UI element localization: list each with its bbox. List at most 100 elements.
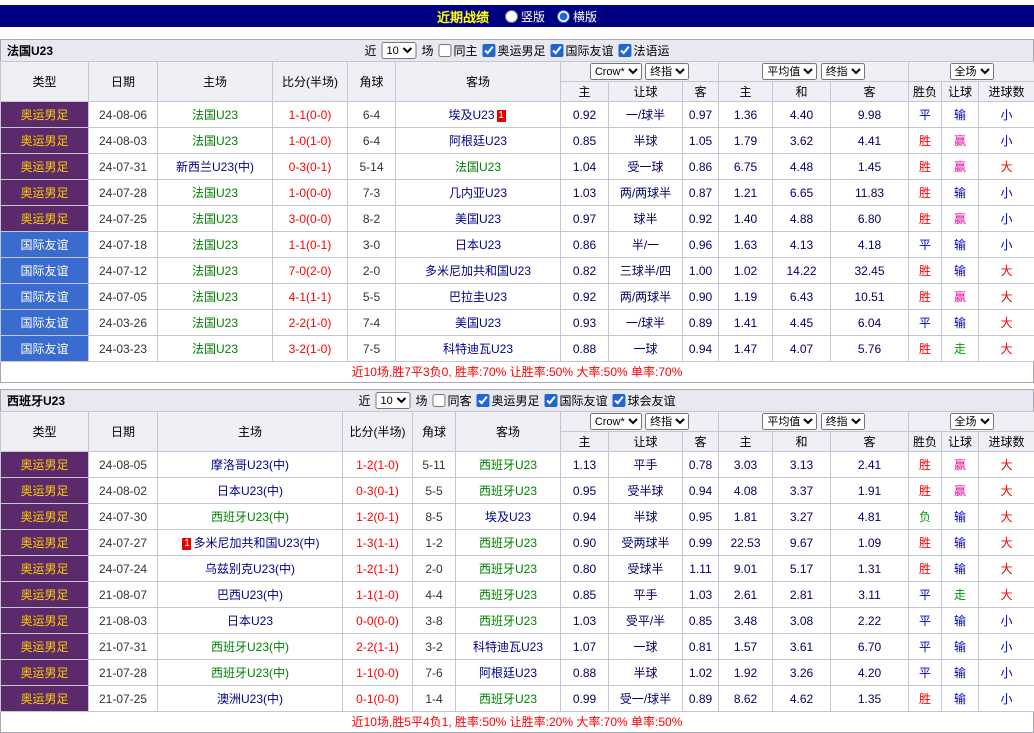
team-link[interactable]: 科特迪瓦U23 [443, 342, 513, 356]
team-link[interactable]: 西班牙U23(中) [211, 640, 289, 654]
team-link[interactable]: 法国U23 [192, 108, 238, 122]
home-team-cell[interactable]: 新西兰U23(中) [157, 153, 273, 180]
team-link[interactable]: 法国U23 [192, 290, 238, 304]
team-link[interactable]: 巴西U23(中) [217, 588, 283, 602]
home-team-cell[interactable]: 乌兹别克U23(中) [157, 555, 343, 582]
team-link[interactable]: 西班牙U23 [479, 562, 537, 576]
away-team-cell[interactable]: 西班牙U23 [455, 581, 561, 608]
away-team-cell[interactable]: 美国U23 [395, 309, 561, 336]
team-link[interactable]: 法国U23 [192, 212, 238, 226]
away-team-cell[interactable]: 法国U23 [395, 153, 561, 180]
home-team-cell[interactable]: 日本U23(中) [157, 477, 343, 504]
away-team-cell[interactable]: 西班牙U23 [455, 529, 561, 556]
team-link[interactable]: 美国U23 [455, 212, 501, 226]
home-team-cell[interactable]: 法国U23 [157, 101, 273, 128]
team-link[interactable]: 埃及U23 [485, 510, 531, 524]
team-link[interactable]: 法国U23 [192, 264, 238, 278]
team-link[interactable]: 西班牙U23(中) [211, 666, 289, 680]
away-team-cell[interactable]: 埃及U23 1 [395, 101, 561, 128]
away-team-cell[interactable]: 科特迪瓦U23 [395, 335, 561, 362]
layout-radio-vertical[interactable]: 竖版 [504, 8, 545, 25]
radio-input[interactable] [557, 9, 570, 23]
team-link[interactable]: 巴拉圭U23 [449, 290, 507, 304]
team-link[interactable]: 法国U23 [192, 316, 238, 330]
team-link[interactable]: 几内亚U23 [449, 186, 507, 200]
team-link[interactable]: 澳洲U23(中) [217, 692, 283, 706]
layout-radio-horizontal[interactable]: 横版 [557, 8, 597, 25]
team-link[interactable]: 法国U23 [192, 134, 238, 148]
home-team-cell[interactable]: 澳洲U23(中) [157, 685, 343, 712]
team-link[interactable]: 西班牙U23 [479, 484, 537, 498]
radio-input[interactable] [504, 9, 518, 23]
team-link[interactable]: 法国U23 [455, 160, 501, 174]
bookmaker-select[interactable]: Crow* [589, 63, 642, 80]
home-team-cell[interactable]: 法国U23 [157, 179, 273, 206]
team-link[interactable]: 法国U23 [192, 238, 238, 252]
home-team-cell[interactable]: 巴西U23(中) [157, 581, 343, 608]
filter-checkbox[interactable]: 同客 [432, 392, 472, 409]
bookmaker-select[interactable]: Crow* [589, 413, 642, 430]
home-team-cell[interactable]: 法国U23 [157, 257, 273, 284]
home-team-cell[interactable]: 法国U23 [157, 127, 273, 154]
away-team-cell[interactable]: 美国U23 [395, 205, 561, 232]
checkbox-input[interactable] [618, 44, 632, 57]
home-team-cell[interactable]: 西班牙U23(中) [157, 633, 343, 660]
team-link[interactable]: 日本U23 [227, 614, 273, 628]
average-select[interactable]: 平均值 [762, 63, 818, 80]
odds-time-select-2[interactable]: 终指 [820, 413, 865, 430]
team-link[interactable]: 西班牙U23 [479, 588, 537, 602]
home-team-cell[interactable]: 法国U23 [157, 231, 273, 258]
away-team-cell[interactable]: 科特迪瓦U23 [455, 633, 561, 660]
home-team-cell[interactable]: 日本U23 [157, 607, 343, 634]
scope-select[interactable]: 全场 [949, 413, 994, 430]
home-team-cell[interactable]: 法国U23 [157, 283, 273, 310]
team-link[interactable]: 摩洛哥U23(中) [211, 458, 289, 472]
checkbox-input[interactable] [550, 44, 564, 57]
odds-time-select[interactable]: 终指 [645, 413, 690, 430]
filter-checkbox[interactable]: 同主 [438, 42, 478, 59]
away-team-cell[interactable]: 西班牙U23 [455, 607, 561, 634]
team-link[interactable]: 西班牙U23 [479, 692, 537, 706]
team-link[interactable]: 日本U23(中) [217, 484, 283, 498]
filter-checkbox[interactable]: 国际友谊 [544, 392, 608, 409]
team-link[interactable]: 西班牙U23 [479, 536, 537, 550]
team-link[interactable]: 西班牙U23(中) [211, 510, 289, 524]
away-team-cell[interactable]: 巴拉圭U23 [395, 283, 561, 310]
filter-checkbox[interactable]: 奥运男足 [482, 42, 546, 59]
recent-count-select[interactable]: 10 [381, 42, 417, 59]
recent-count-select[interactable]: 10 [375, 392, 411, 409]
checkbox-input[interactable] [544, 394, 558, 407]
checkbox-input[interactable] [476, 394, 490, 407]
team-link[interactable]: 新西兰U23(中) [176, 160, 254, 174]
checkbox-input[interactable] [612, 394, 626, 407]
team-link[interactable]: 阿根廷U23 [479, 666, 537, 680]
team-link[interactable]: 日本U23 [455, 238, 501, 252]
odds-time-select[interactable]: 终指 [645, 63, 690, 80]
team-link[interactable]: 西班牙U23 [479, 458, 537, 472]
average-select[interactable]: 平均值 [762, 413, 818, 430]
home-team-cell[interactable]: 西班牙U23(中) [157, 503, 343, 530]
team-link[interactable]: 法国U23 [192, 186, 238, 200]
away-team-cell[interactable]: 多米尼加共和国U23 [395, 257, 561, 284]
odds-time-select-2[interactable]: 终指 [820, 63, 865, 80]
team-link[interactable]: 美国U23 [455, 316, 501, 330]
away-team-cell[interactable]: 日本U23 [395, 231, 561, 258]
away-team-cell[interactable]: 西班牙U23 [455, 685, 561, 712]
checkbox-input[interactable] [482, 44, 496, 57]
away-team-cell[interactable]: 西班牙U23 [455, 451, 561, 478]
filter-checkbox[interactable]: 球会友谊 [612, 392, 676, 409]
checkbox-input[interactable] [438, 44, 452, 57]
filter-checkbox[interactable]: 奥运男足 [476, 392, 540, 409]
team-link[interactable]: 科特迪瓦U23 [473, 640, 543, 654]
scope-select[interactable]: 全场 [949, 63, 994, 80]
home-team-cell[interactable]: 法国U23 [157, 309, 273, 336]
away-team-cell[interactable]: 西班牙U23 [455, 477, 561, 504]
away-team-cell[interactable]: 几内亚U23 [395, 179, 561, 206]
team-link[interactable]: 西班牙U23 [479, 614, 537, 628]
away-team-cell[interactable]: 西班牙U23 [455, 555, 561, 582]
filter-checkbox[interactable]: 法语运 [618, 42, 670, 59]
team-link[interactable]: 埃及U23 [448, 108, 494, 122]
team-link[interactable]: 阿根廷U23 [449, 134, 507, 148]
away-team-cell[interactable]: 阿根廷U23 [395, 127, 561, 154]
home-team-cell[interactable]: 摩洛哥U23(中) [157, 451, 343, 478]
